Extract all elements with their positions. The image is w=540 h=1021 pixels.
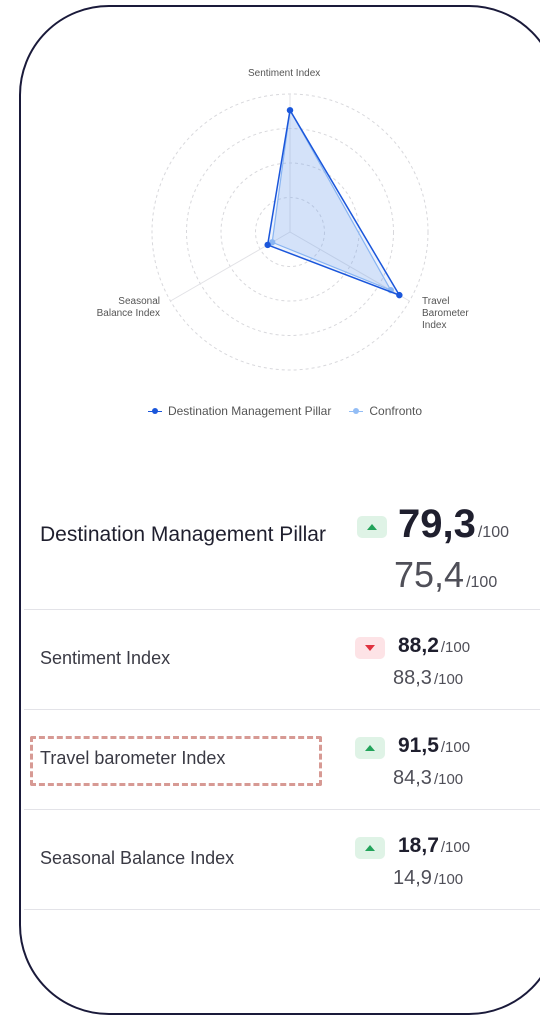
radar-chart: Sentiment Index Travel Barometer Index S… <box>0 0 540 440</box>
value: 18,7/100 <box>398 834 471 857</box>
row-label: Travel barometer Index <box>40 748 226 768</box>
row-label: Destination Management Pillar <box>40 523 326 546</box>
legend-item-confronto[interactable]: Confronto <box>349 404 422 418</box>
legend-label-pillar: Destination Management Pillar <box>167 404 332 418</box>
arrow-up-icon <box>367 524 377 530</box>
axis-label-seasonal-line1: Seasonal <box>118 296 160 307</box>
compare-value: 88,3/100 <box>393 667 464 689</box>
trend-badge <box>357 516 387 538</box>
value: 88,2/100 <box>398 634 471 657</box>
row-label: Sentiment Index <box>40 648 171 668</box>
axis-label-travel-line1: Travel <box>422 296 450 307</box>
legend-item-pillar[interactable]: Destination Management Pillar <box>147 404 332 418</box>
legend-marker-icon <box>349 407 364 415</box>
legend-label-confronto: Confronto <box>369 404 423 418</box>
axis-label-travel-line3: Index <box>422 320 447 331</box>
radar-area-pillar <box>266 108 402 297</box>
radar-point-pillar-3 <box>264 241 271 249</box>
trend-badge <box>355 837 385 859</box>
row-destination-management[interactable]: Destination Management Pillar 79,3/100 7… <box>24 500 540 610</box>
row-sentiment-index[interactable]: Sentiment Index 88,2/100 88,3/100 <box>24 610 540 710</box>
arrow-up-icon <box>365 745 375 751</box>
row-travel-barometer-index[interactable]: Travel barometer Index 91,5/100 84,3/100 <box>24 710 540 810</box>
axis-label-sentiment: Sentiment Index <box>248 68 321 79</box>
row-label: Seasonal Balance Index <box>40 848 235 868</box>
index-list: Destination Management Pillar 79,3/100 7… <box>24 500 540 910</box>
compare-value: 75,4/100 <box>394 554 498 595</box>
axis-label-seasonal-line2: Balance Index <box>96 308 160 319</box>
axis-label-travel: Travel Barometer Index <box>422 296 469 332</box>
chart-legend: Destination Management Pillar Confronto <box>0 404 540 418</box>
arrow-up-icon <box>365 845 375 851</box>
axis-label-travel-line2: Barometer <box>422 308 469 319</box>
legend-marker-icon <box>147 407 162 415</box>
trend-badge <box>355 737 385 759</box>
value: 91,5/100 <box>398 734 471 757</box>
compare-value: 14,9/100 <box>393 867 464 889</box>
compare-value: 84,3/100 <box>393 767 464 789</box>
value: 79,3/100 <box>398 502 509 546</box>
arrow-down-icon <box>365 645 375 651</box>
radar-point-pillar-2 <box>396 291 403 299</box>
radar-point-pillar-1 <box>286 107 294 114</box>
trend-badge <box>355 637 385 659</box>
radar-svg <box>151 93 429 371</box>
axis-label-seasonal: Seasonal Balance Index <box>82 296 160 320</box>
row-seasonal-balance-index[interactable]: Seasonal Balance Index 18,7/100 14,9/100 <box>24 810 540 910</box>
